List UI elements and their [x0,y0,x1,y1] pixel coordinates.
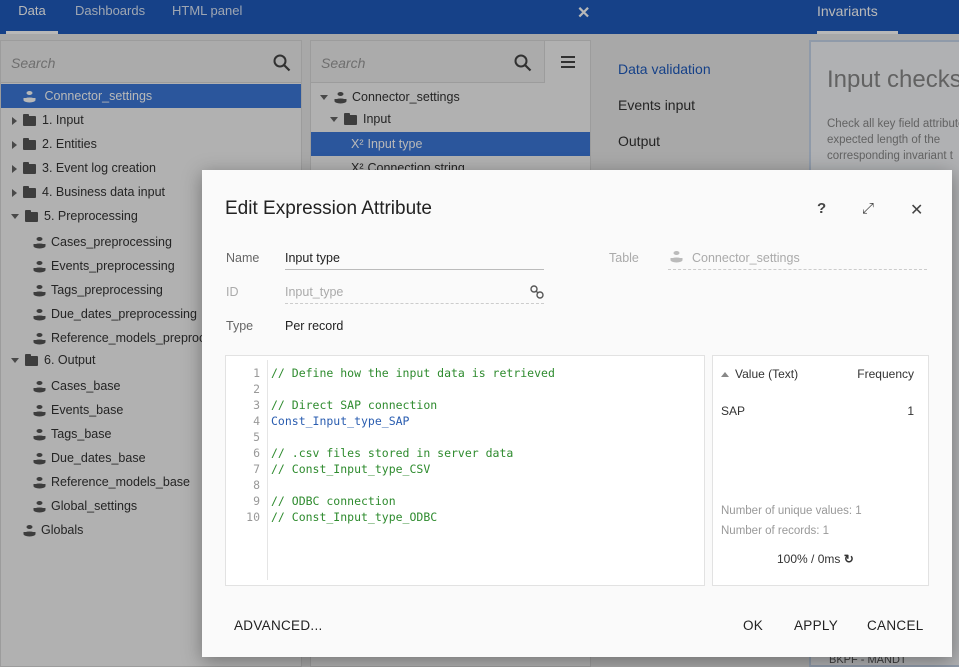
expand-icon[interactable]: ⤢ [862,200,874,217]
code-line: 8 [226,477,260,493]
table-field: Connector_settings [692,251,800,265]
line-number: 2 [253,382,260,396]
code-line: 4 Const_Input_type_SAP [226,413,409,429]
id-field-underline [285,303,544,304]
ok-button[interactable]: OK [743,618,763,633]
table-icon [670,251,683,263]
code-text: // Define how the input data is retrieve… [271,366,555,380]
code-line: 9 // ODBC connection [226,493,396,509]
code-line: 1 // Define how the input data is retriev… [226,365,555,381]
code-text: // Const_Input_type_CSV [271,462,431,476]
code-line: 5 [226,429,260,445]
line-number: 6 [253,446,260,460]
type-value: Per record [285,319,344,333]
frequency-cell: 1 [907,404,914,418]
evaluation-progress: 100% / 0ms ↻ [777,552,854,566]
apply-button[interactable]: APPLY [794,618,838,633]
code-text: // Direct SAP connection [271,398,438,412]
name-label: Name [226,251,260,265]
frequency-column-header[interactable]: Frequency [857,367,914,381]
type-label: Type [226,319,254,333]
code-text: // Const_Input_type_ODBC [271,510,438,524]
cancel-button[interactable]: CANCEL [867,618,924,633]
line-number: 1 [253,366,260,380]
edit-expression-dialog: Edit Expression Attribute ? ⤢ ✕ Name Inp… [202,170,952,657]
code-line: 6 // .csv files stored in server data [226,445,513,461]
table-label: Table [609,251,639,265]
progress-text: 100% / 0ms [777,552,841,566]
id-label: ID [226,285,239,299]
value-statistics-panel: Value (Text) Frequency SAP 1 Number of u… [712,355,929,586]
line-number: 5 [253,430,260,444]
refresh-icon[interactable]: ↻ [844,552,854,566]
line-number: 3 [253,398,260,412]
help-icon[interactable]: ? [817,200,826,217]
name-field-underline [285,269,544,270]
sort-ascending-icon [721,372,729,378]
code-text: // .csv files stored in server data [271,446,514,460]
line-number: 4 [253,414,260,428]
editor-gutter [267,360,268,580]
line-number: 7 [253,462,260,476]
id-field: Input_type [285,285,344,299]
value-column-header[interactable]: Value (Text) [721,367,798,381]
close-icon[interactable]: ✕ [910,200,923,220]
value-cell: SAP [721,404,746,418]
code-text: Const_Input_type_SAP [271,414,410,428]
expression-editor[interactable]: 1 // Define how the input data is retriev… [225,355,705,586]
dialog-title: Edit Expression Attribute [225,198,432,219]
unique-values-count: Number of unique values: 1 [721,505,862,517]
line-number: 10 [246,510,260,524]
records-count: Number of records: 1 [721,525,830,537]
code-line: 2 [226,381,260,397]
advanced-button[interactable]: ADVANCED... [234,618,323,633]
table-field-underline [668,269,927,270]
code-text: // ODBC connection [271,494,396,508]
link-icon[interactable] [530,285,544,299]
header-label: Value (Text) [735,367,799,381]
code-line: 3 // Direct SAP connection [226,397,437,413]
line-number: 8 [253,478,260,492]
name-field[interactable]: Input type [285,251,340,265]
code-line: 10 // Const_Input_type_ODBC [226,509,437,525]
code-line: 7 // Const_Input_type_CSV [226,461,430,477]
line-number: 9 [253,494,260,508]
